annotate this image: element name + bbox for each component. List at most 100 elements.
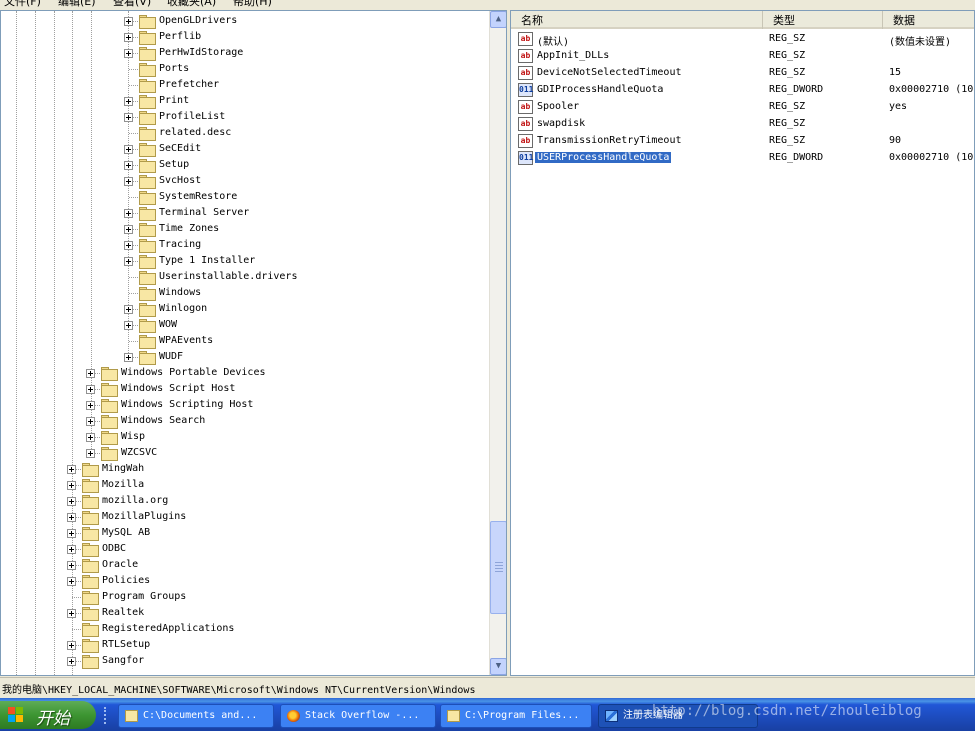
tree-node[interactable]: Tracing (1, 237, 489, 253)
expand-plus-icon[interactable] (86, 401, 95, 410)
tree-node[interactable]: WOW (1, 317, 489, 333)
expand-plus-icon[interactable] (67, 497, 76, 506)
tree-node[interactable]: ProfileList (1, 109, 489, 125)
tree-scrollbar[interactable]: ▲ ▼ (489, 11, 506, 675)
tree-node[interactable]: Setup (1, 157, 489, 173)
tree-node[interactable]: PerHwIdStorage (1, 45, 489, 61)
expand-plus-icon[interactable] (124, 113, 133, 122)
taskbar-button[interactable]: Stack Overflow -... (280, 704, 436, 728)
tree-node[interactable]: MingWah (1, 461, 489, 477)
expand-plus-icon[interactable] (124, 33, 133, 42)
tree-node[interactable]: mozilla.org (1, 493, 489, 509)
expand-plus-icon[interactable] (124, 161, 133, 170)
expand-plus-icon[interactable] (67, 609, 76, 618)
tree-node[interactable]: WZCSVC (1, 445, 489, 461)
value-row[interactable]: ab DeviceNotSelectedTimeout REG_SZ 15 (515, 65, 974, 82)
tree-node[interactable]: Windows Search (1, 413, 489, 429)
tree-node[interactable]: Winlogon (1, 301, 489, 317)
tree-node[interactable]: Program Groups (1, 589, 489, 605)
tree-node[interactable]: RegisteredApplications (1, 621, 489, 637)
tree-node[interactable]: Sangfor (1, 653, 489, 669)
tree-node[interactable]: Time Zones (1, 221, 489, 237)
tree-node[interactable]: Wisp (1, 429, 489, 445)
start-button[interactable]: 开始 (0, 701, 96, 729)
expand-plus-icon[interactable] (67, 481, 76, 490)
watermark: http://blog.csdn.net/zhouleiblog (652, 703, 922, 719)
expand-plus-icon[interactable] (86, 417, 95, 426)
tree-node[interactable]: MozillaPlugins (1, 509, 489, 525)
value-row[interactable]: 011 USERProcessHandleQuota REG_DWORD 0x0000… (515, 150, 974, 167)
taskbar-button[interactable]: C:\Program Files... (440, 704, 592, 728)
expand-plus-icon[interactable] (124, 17, 133, 26)
expand-plus-icon[interactable] (124, 145, 133, 154)
value-row[interactable]: ab (默认) REG_SZ (数值未设置) (515, 31, 974, 48)
expand-plus-icon[interactable] (67, 465, 76, 474)
tree-node[interactable]: Oracle (1, 557, 489, 573)
value-row[interactable]: ab TransmissionRetryTimeout REG_SZ 90 (515, 133, 974, 150)
expand-plus-icon[interactable] (67, 529, 76, 538)
column-header-type[interactable]: 类型 (763, 11, 883, 29)
value-row[interactable]: ab Spooler REG_SZ yes (515, 99, 974, 116)
tree-node[interactable]: Realtek (1, 605, 489, 621)
tree-node[interactable]: Policies (1, 573, 489, 589)
expand-plus-icon[interactable] (67, 513, 76, 522)
tree-node[interactable]: Terminal Server (1, 205, 489, 221)
tree-node[interactable]: RTLSetup (1, 637, 489, 653)
expand-plus-icon[interactable] (86, 385, 95, 394)
menu-edit[interactable]: 编辑(E) (58, 0, 96, 8)
expand-plus-icon[interactable] (124, 241, 133, 250)
menu-view[interactable]: 查看(V) (113, 0, 151, 8)
tree-node[interactable]: Perflib (1, 29, 489, 45)
expand-plus-icon[interactable] (124, 49, 133, 58)
expand-plus-icon[interactable] (86, 449, 95, 458)
value-row[interactable]: ab AppInit_DLLs REG_SZ (515, 48, 974, 65)
expand-plus-icon[interactable] (67, 657, 76, 666)
value-row[interactable]: 011 GDIProcessHandleQuota REG_DWORD 0x00002… (515, 82, 974, 99)
scroll-up-button[interactable]: ▲ (490, 11, 506, 28)
column-header-name[interactable]: 名称 (511, 11, 763, 29)
expand-plus-icon[interactable] (86, 433, 95, 442)
tree-node[interactable]: Mozilla (1, 477, 489, 493)
tree-node[interactable]: Type 1 Installer (1, 253, 489, 269)
tree-node[interactable]: SvcHost (1, 173, 489, 189)
menu-favorites[interactable]: 收藏夹(A) (167, 0, 216, 8)
quick-launch-grip[interactable] (104, 707, 108, 724)
scroll-thumb[interactable] (490, 521, 506, 614)
expand-plus-icon[interactable] (86, 369, 95, 378)
menu-file[interactable]: 文件(F) (4, 0, 41, 8)
expand-plus-icon[interactable] (124, 305, 133, 314)
tree-node[interactable]: OpenGLDrivers (1, 13, 489, 29)
taskbar-button[interactable]: C:\Documents and... (118, 704, 274, 728)
menu-help[interactable]: 帮助(H) (233, 0, 272, 8)
tree-node[interactable]: Windows Script Host (1, 381, 489, 397)
column-header-data[interactable]: 数据 (883, 11, 974, 29)
scroll-down-button[interactable]: ▼ (490, 658, 506, 675)
tree-node[interactable]: ODBC (1, 541, 489, 557)
tree-node[interactable]: Ports (1, 61, 489, 77)
expand-plus-icon[interactable] (124, 321, 133, 330)
value-row[interactable]: ab swapdisk REG_SZ (515, 116, 974, 133)
expand-plus-icon[interactable] (124, 257, 133, 266)
tree-node[interactable]: Print (1, 93, 489, 109)
tree-node[interactable]: MySQL AB (1, 525, 489, 541)
tree-node[interactable]: Windows (1, 285, 489, 301)
tree-node[interactable]: Windows Scripting Host (1, 397, 489, 413)
expand-plus-icon[interactable] (67, 577, 76, 586)
expand-plus-icon[interactable] (124, 97, 133, 106)
expand-plus-icon[interactable] (124, 225, 133, 234)
tree-node[interactable]: SystemRestore (1, 189, 489, 205)
value-name: DeviceNotSelectedTimeout (537, 67, 682, 78)
tree-node[interactable]: WUDF (1, 349, 489, 365)
expand-plus-icon[interactable] (67, 545, 76, 554)
expand-plus-icon[interactable] (124, 177, 133, 186)
tree-node[interactable]: SeCEdit (1, 141, 489, 157)
tree-node[interactable]: Windows Portable Devices (1, 365, 489, 381)
tree-node[interactable]: Prefetcher (1, 77, 489, 93)
expand-plus-icon[interactable] (67, 561, 76, 570)
tree-node[interactable]: related.desc (1, 125, 489, 141)
expand-plus-icon[interactable] (124, 209, 133, 218)
expand-plus-icon[interactable] (67, 641, 76, 650)
tree-node[interactable]: Userinstallable.drivers (1, 269, 489, 285)
tree-node[interactable]: WPAEvents (1, 333, 489, 349)
expand-plus-icon[interactable] (124, 353, 133, 362)
